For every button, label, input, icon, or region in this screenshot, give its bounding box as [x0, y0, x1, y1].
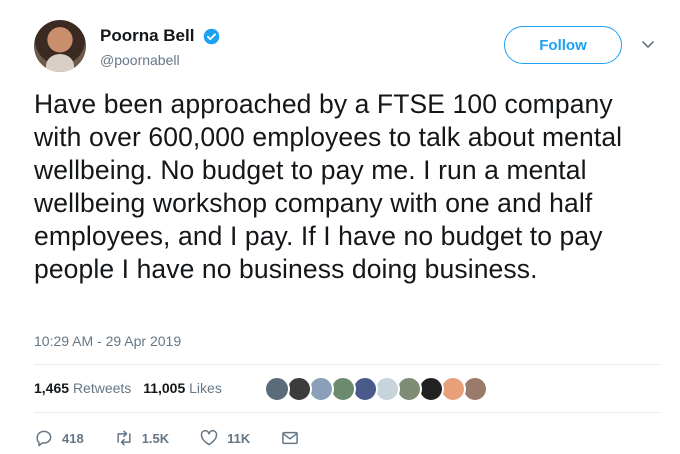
follow-button[interactable]: Follow — [504, 26, 622, 64]
user-name-block: Poorna Bell @poornabell — [100, 26, 220, 68]
verified-badge-icon — [203, 28, 220, 44]
chevron-down-icon[interactable] — [640, 36, 656, 52]
reply-icon — [36, 430, 52, 447]
tweet-text: Have been approached by a FTSE 100 compa… — [34, 89, 623, 284]
liker-avatar[interactable] — [264, 376, 290, 402]
divider — [34, 364, 660, 365]
tweet-timestamp[interactable]: 10:29 AM - 29 Apr 2019 — [34, 333, 181, 349]
direct-message-button[interactable] — [280, 428, 308, 448]
avatar[interactable] — [34, 20, 86, 72]
retweet-button[interactable]: 1.5K — [114, 428, 169, 448]
user-handle[interactable]: @poornabell — [100, 52, 220, 68]
retweet-count: 1.5K — [141, 430, 170, 446]
divider — [34, 412, 660, 413]
tweet-actions: 418 1.5K 11K — [34, 426, 338, 450]
liker-avatars — [264, 376, 488, 402]
tweet-stats: 1,465 Retweets 11,005 Likes — [34, 380, 230, 396]
retweets-count: 1,465 — [34, 380, 70, 396]
like-count: 11K — [227, 430, 251, 446]
likes-label: Likes — [189, 380, 222, 396]
retweets-stat[interactable]: 1,465 Retweets — [34, 380, 135, 396]
retweet-icon — [117, 430, 131, 446]
retweets-label: Retweets — [72, 380, 132, 396]
tweet-header: Poorna Bell @poornabell Follow — [34, 20, 660, 76]
reply-count: 418 — [62, 430, 84, 446]
heart-icon — [200, 429, 218, 446]
display-name[interactable]: Poorna Bell — [100, 26, 194, 46]
like-button[interactable]: 11K — [199, 428, 250, 448]
likes-stat[interactable]: 11,005 Likes — [143, 380, 222, 396]
reply-button[interactable]: 418 — [34, 428, 84, 448]
envelope-icon — [282, 431, 299, 445]
likes-count: 11,005 — [143, 380, 186, 396]
